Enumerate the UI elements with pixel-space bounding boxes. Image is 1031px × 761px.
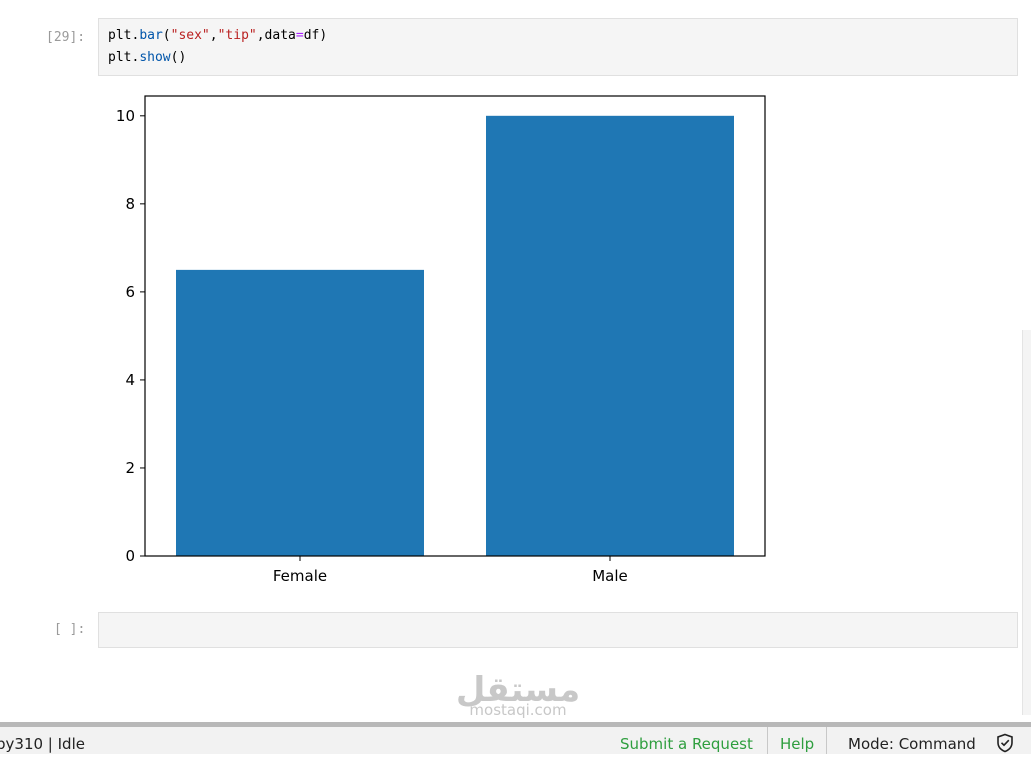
y-tick-label: 10 bbox=[116, 107, 135, 125]
status-divider bbox=[826, 727, 827, 754]
shield-check-icon[interactable] bbox=[996, 733, 1014, 753]
bar-male bbox=[486, 115, 734, 557]
status-bar: py310 | Idle Submit a Request Help Mode:… bbox=[0, 722, 1031, 754]
y-tick-label: 0 bbox=[125, 547, 135, 565]
watermark-logo: مستقل mostaqi.com bbox=[455, 670, 581, 719]
cell-output-chart: Female Male 0 2 4 6 8 10 bbox=[100, 86, 780, 596]
code-line-2: plt.show() bbox=[108, 50, 187, 65]
code-cell-input[interactable]: plt.bar("sex","tip",data=df) plt.show() bbox=[98, 18, 1018, 76]
bar-female bbox=[176, 269, 424, 556]
scrollbar-track[interactable] bbox=[1022, 330, 1031, 715]
cell-prompt-empty: [ ]: bbox=[54, 622, 86, 637]
y-tick-label: 4 bbox=[125, 371, 135, 389]
y-tick-label: 6 bbox=[125, 283, 135, 301]
submit-request-link[interactable]: Submit a Request bbox=[620, 727, 753, 754]
help-link[interactable]: Help bbox=[780, 727, 814, 754]
cell-prompt: [29]: bbox=[46, 30, 86, 45]
kernel-status[interactable]: py310 | Idle bbox=[0, 727, 85, 754]
mode-indicator: Mode: Command bbox=[848, 735, 976, 753]
empty-code-cell-input[interactable] bbox=[98, 612, 1018, 648]
x-tick-label: Male bbox=[592, 567, 628, 585]
code-line-1: plt.bar("sex","tip",data=df) bbox=[108, 28, 328, 43]
y-tick-label: 8 bbox=[125, 195, 135, 213]
bar-chart: Female Male 0 2 4 6 8 10 bbox=[116, 95, 766, 585]
x-tick-label: Female bbox=[273, 567, 327, 585]
status-divider bbox=[767, 727, 768, 754]
y-tick-label: 2 bbox=[125, 459, 135, 477]
